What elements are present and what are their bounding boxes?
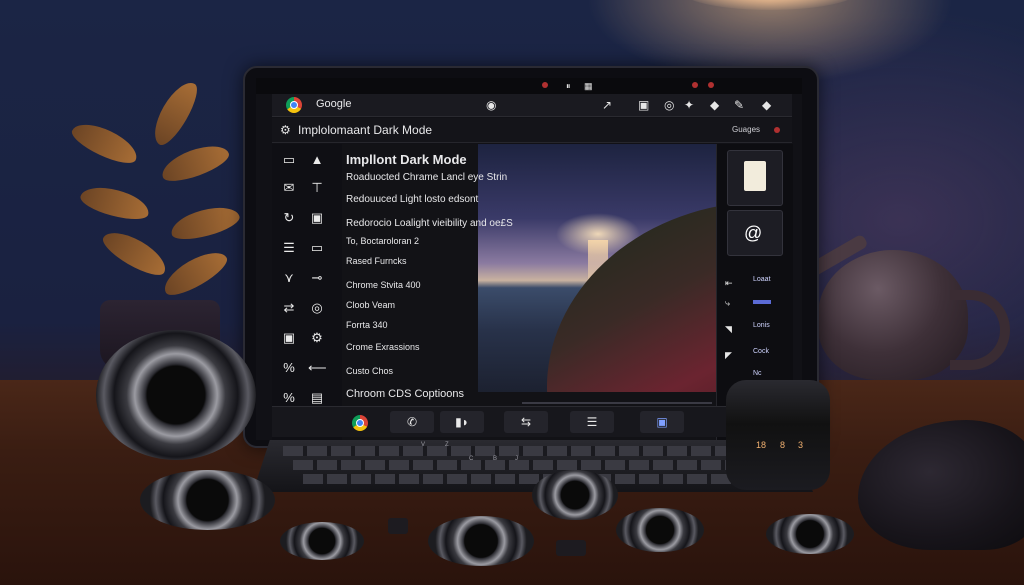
content-line[interactable]: Custo Chos: [346, 366, 393, 376]
mail-icon[interactable]: ✉: [280, 180, 298, 196]
lens-ring: [280, 522, 364, 560]
chrome-icon[interactable]: [352, 415, 368, 431]
header-right-label[interactable]: Guages: [732, 125, 760, 134]
pen-icon[interactable]: ✎: [734, 98, 744, 112]
dock: ✆ ▮◗ ⇆ ☰ ▣: [272, 406, 792, 437]
refresh-icon[interactable]: ↻: [280, 210, 298, 226]
lens-cap: [140, 470, 275, 530]
camera-lens: [96, 330, 256, 460]
percent-icon[interactable]: %: [280, 390, 298, 406]
window-icon[interactable]: ▣: [640, 411, 684, 433]
content-line[interactable]: Chrome Stvita 400: [346, 280, 421, 290]
sunset-landscape-image: [478, 144, 716, 392]
browser-header: ⚙ Implolomaant Dark Mode Guages: [272, 118, 792, 143]
content-line: Redorocio Loalight vieibility and oe£S: [346, 218, 513, 229]
laptop-screen: ⏸ ▦ Google ◉ ↗ ▣ ◎ ✦ ◆ ✎ ◆ ⚙ Implolomaan…: [256, 78, 802, 440]
content-line[interactable]: Rased Furncks: [346, 256, 407, 266]
accessory-piece: [556, 540, 586, 556]
lens-filter-ring: [616, 508, 704, 552]
target-icon[interactable]: ◎: [308, 300, 326, 316]
content-footer[interactable]: Chroom CDS Coptioons: [346, 388, 464, 400]
right-label[interactable]: Cock: [753, 348, 769, 355]
content-line[interactable]: Crome Exrassions: [346, 342, 420, 352]
diamond-icon[interactable]: ◆: [710, 98, 719, 112]
tag-icon[interactable]: ◤: [725, 348, 732, 362]
grid-icon[interactable]: ▦: [584, 79, 593, 93]
search-icon[interactable]: ◉: [486, 98, 496, 112]
lens-label: 3: [798, 440, 804, 450]
browser-tab-bar: Google ◉ ↗ ▣ ◎ ✦ ◆ ✎ ◆: [272, 94, 792, 117]
right-label[interactable]: Nc: [753, 370, 762, 377]
lens-filter-glass: [766, 514, 854, 554]
document-icon: [744, 161, 766, 191]
settings-icon[interactable]: ⚙: [280, 123, 291, 137]
sync-icon[interactable]: ⇆: [504, 411, 548, 433]
list-icon[interactable]: ☰: [280, 240, 298, 256]
accent-bar: [753, 300, 771, 304]
t-icon[interactable]: ⊤: [308, 180, 326, 196]
key-label[interactable]: C: [469, 456, 473, 462]
diamond-icon[interactable]: ◆: [762, 98, 771, 112]
chrome-icon[interactable]: [286, 97, 302, 113]
plant: [60, 76, 250, 320]
toggle-icon[interactable]: ▮◗: [440, 411, 484, 433]
tab-title[interactable]: Google: [316, 98, 351, 110]
send-icon[interactable]: ↗: [602, 98, 612, 112]
page-header-title: Implolomaant Dark Mode: [298, 123, 433, 137]
document-icon[interactable]: ▤: [308, 390, 326, 406]
camera-lens-upright: 18 8 3: [726, 380, 830, 490]
content-line[interactable]: Forrta 340: [346, 320, 388, 330]
lens-label: 18: [756, 440, 767, 450]
list-icon[interactable]: ☰: [570, 411, 614, 433]
phone-icon[interactable]: ✆: [390, 411, 434, 433]
content-line[interactable]: Cloob Veam: [346, 300, 395, 310]
gear-icon[interactable]: ⚙: [308, 330, 326, 346]
content-title: Impllont Dark Mode: [346, 152, 467, 167]
left-arrow-icon[interactable]: ⟵: [308, 360, 327, 376]
share-icon[interactable]: ⇤: [725, 276, 733, 290]
right-label[interactable]: Loaat: [753, 276, 771, 283]
accessory-piece: [388, 518, 408, 534]
monitor-icon[interactable]: ▭: [280, 152, 298, 168]
teapot-handle: [950, 290, 1010, 370]
pause-icon[interactable]: ⏸: [566, 79, 571, 93]
frame-icon[interactable]: ▭: [308, 240, 326, 256]
up-arrow-icon[interactable]: ▲: [308, 152, 326, 168]
location-icon[interactable]: ◎: [664, 98, 674, 112]
document-card[interactable]: [727, 150, 783, 206]
branch-icon[interactable]: ⤷: [725, 296, 730, 310]
content-line: Roaduocted Chrame Lancl eye Strin: [346, 172, 508, 183]
swap-icon[interactable]: ⇄: [280, 300, 298, 316]
system-top-bar: ⏸ ▦: [256, 78, 802, 94]
square-icon[interactable]: ▣: [308, 210, 326, 226]
key-label[interactable]: Z: [445, 442, 449, 448]
lens-filter: [532, 470, 618, 520]
percent-icon[interactable]: %: [280, 360, 298, 376]
key-label[interactable]: B: [493, 456, 497, 462]
lens-cap-front: [428, 516, 534, 566]
at-card[interactable]: @: [727, 210, 783, 256]
sidebar: ▭ ▲ ✉ ⊤ ↻ ▣ ☰ ▭ ⋎ ⊸ ⇄ ◎ ▣ ⚙ % ⟵ % ▤: [272, 144, 342, 440]
window-icon[interactable]: ▣: [280, 330, 298, 346]
content-line: To, Boctaroloran 2: [346, 236, 420, 246]
teapot: [818, 250, 968, 380]
main-content: Impllont Dark Mode Roaduocted Chrame Lan…: [342, 144, 716, 440]
at-icon: @: [744, 223, 763, 243]
puzzle-icon[interactable]: ✦: [684, 98, 694, 112]
screenshot-icon[interactable]: ▣: [638, 98, 649, 112]
lamp-light: [680, 0, 860, 10]
right-label[interactable]: Lonis: [753, 322, 770, 329]
progress-track[interactable]: [522, 402, 712, 404]
slider-icon[interactable]: ⊸: [308, 270, 326, 286]
filter-icon[interactable]: ⋎: [280, 270, 298, 286]
key-label[interactable]: J: [515, 456, 518, 462]
key-label[interactable]: V: [421, 442, 425, 448]
tag-icon[interactable]: ◥: [725, 322, 732, 336]
content-line: Redouuced Light losto edsont: [346, 194, 479, 205]
lens-label: 8: [780, 440, 786, 450]
